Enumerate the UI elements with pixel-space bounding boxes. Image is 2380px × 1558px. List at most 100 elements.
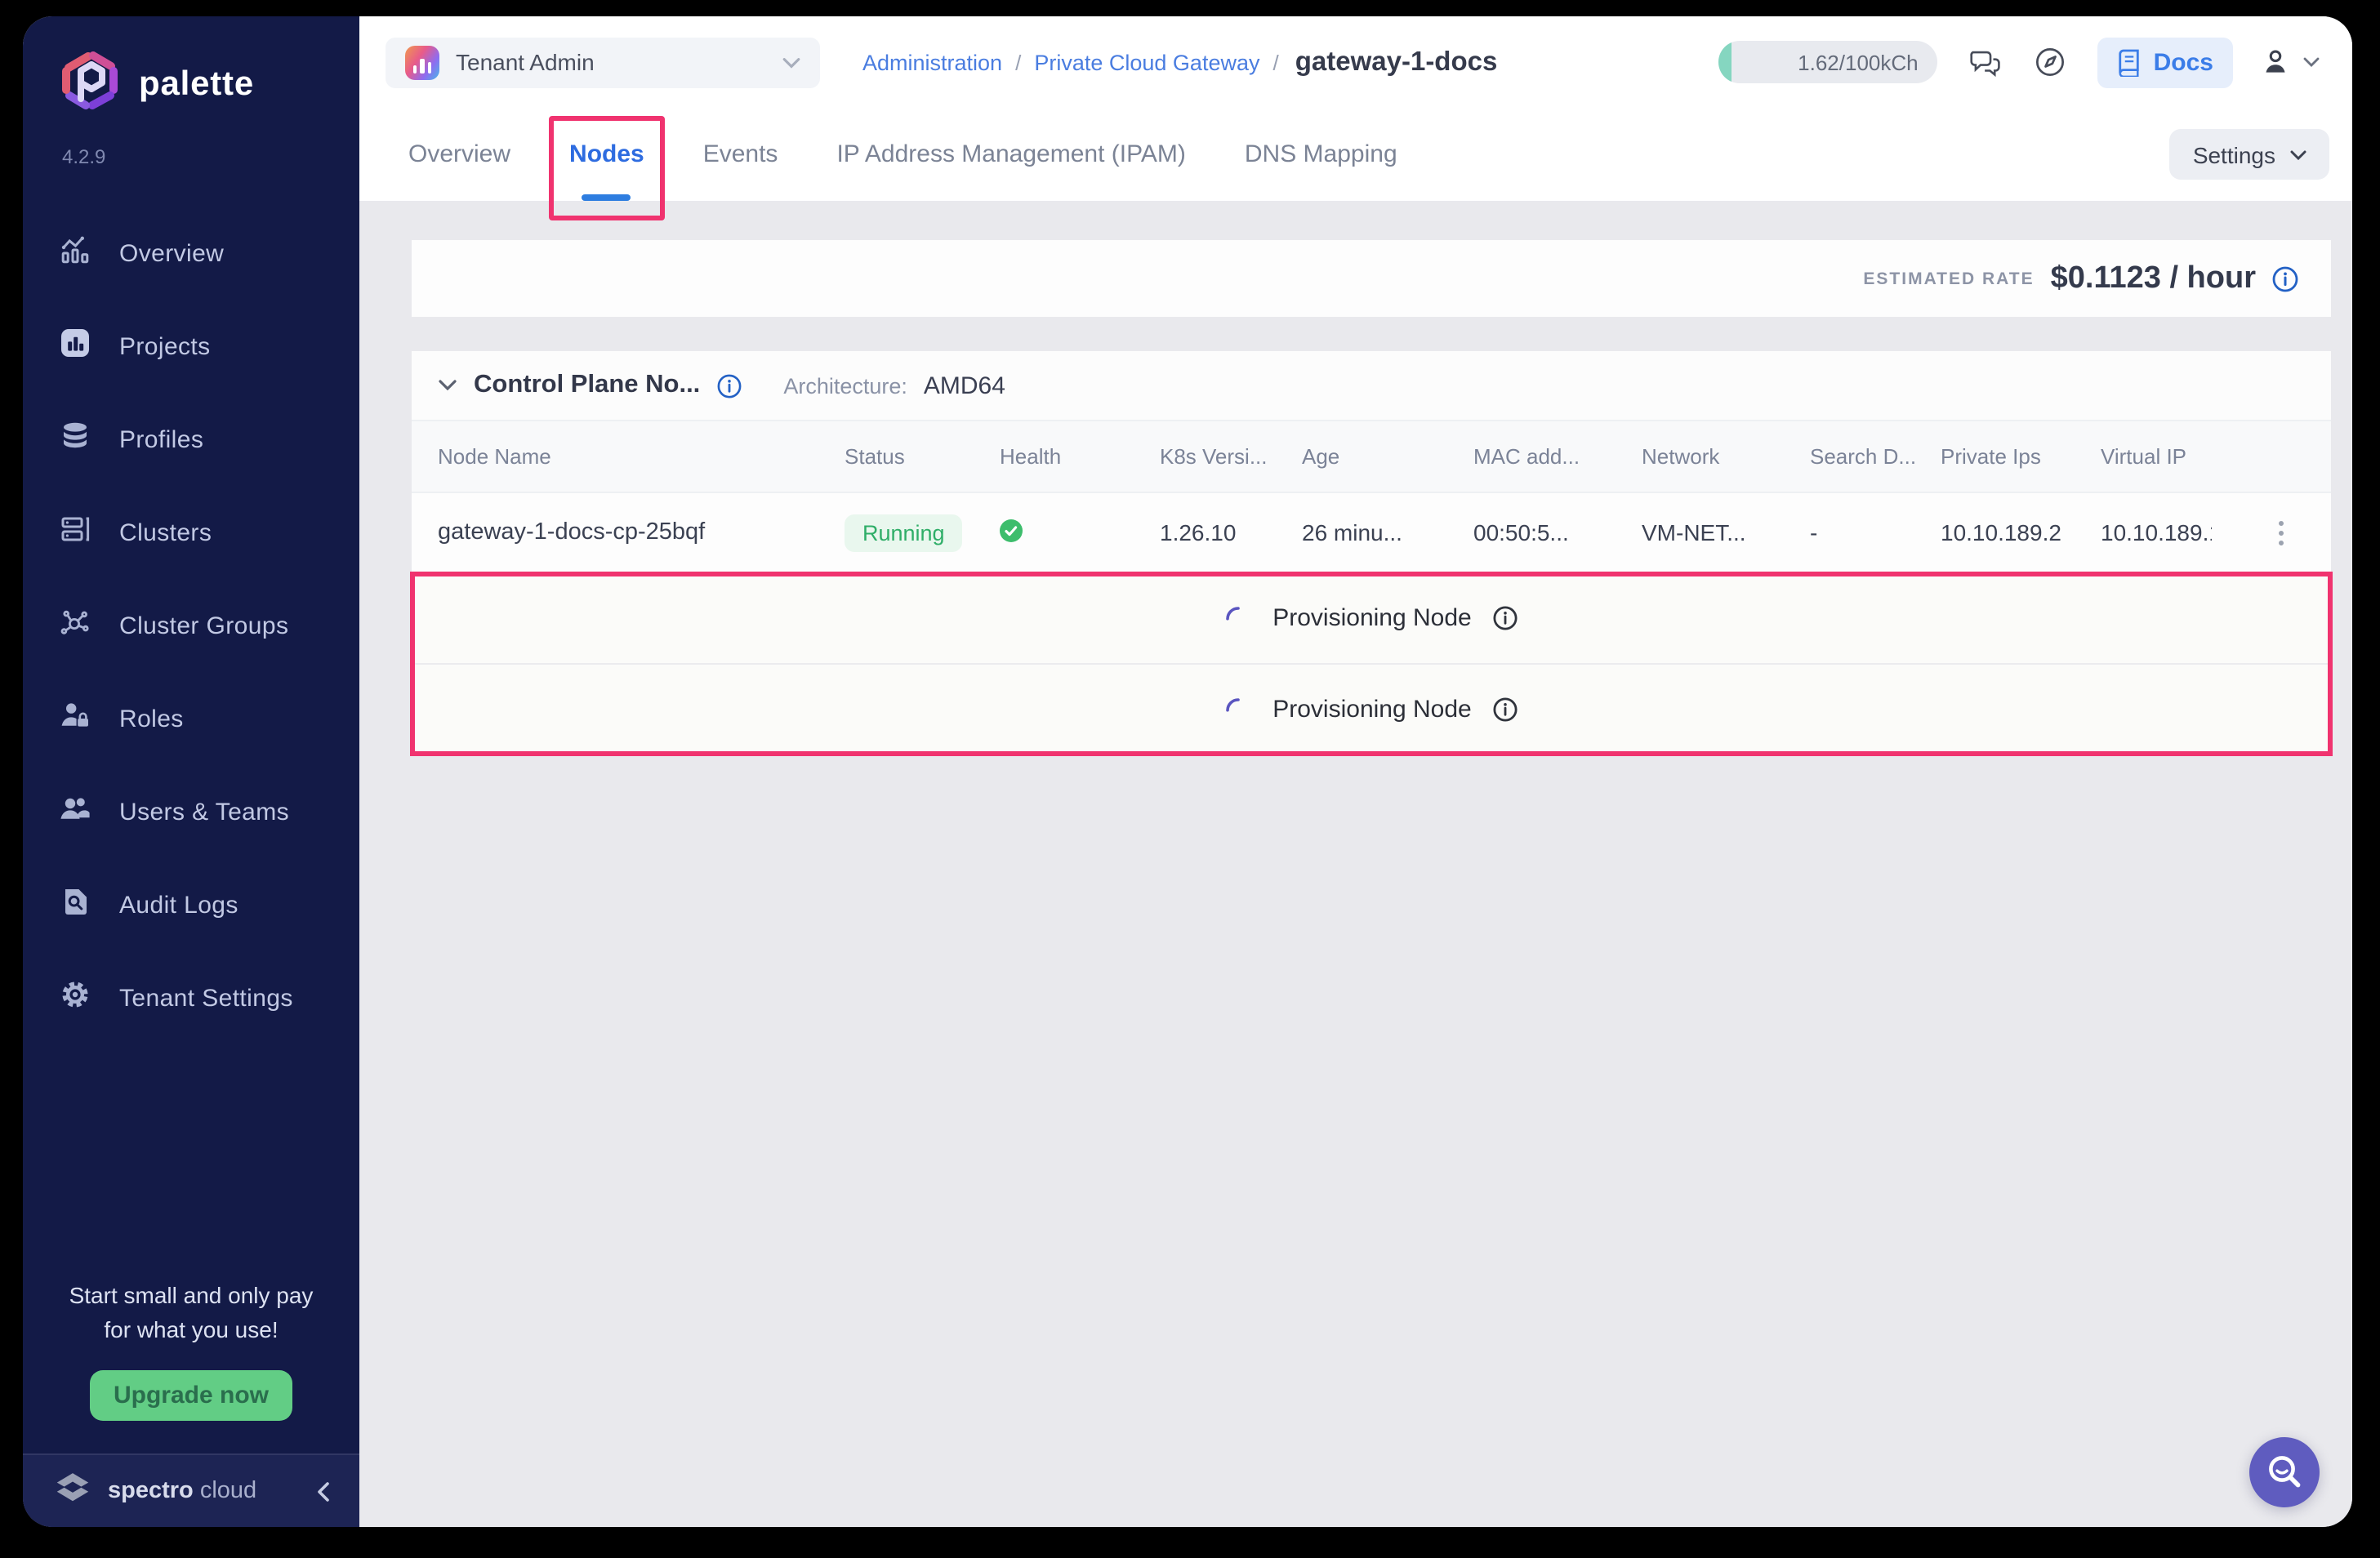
sidebar-item-profiles[interactable]: Profiles — [23, 394, 359, 487]
usage-value: 1.62/100kCh — [1798, 50, 1918, 74]
estimated-rate-value: $0.1123 / hour — [2051, 260, 2256, 296]
row-actions-kebab-icon[interactable] — [2212, 520, 2331, 545]
settings-button[interactable]: Settings — [2170, 129, 2329, 180]
clusters-server-icon — [59, 513, 91, 554]
table-row: gateway-1-docs-cp-25bqf Running 1.26.10 … — [412, 493, 2331, 573]
cell-virtual-ip: 10.10.189.1 — [2081, 519, 2212, 545]
upsell-line2: for what you use! — [104, 1315, 278, 1342]
main-area: Tenant Admin Administration / Private Cl… — [359, 16, 2352, 1527]
col-k8s-version[interactable]: K8s Versi... — [1140, 444, 1282, 469]
screenshot-stage: palette 4.2.9 Overview — [0, 0, 2380, 1558]
tab-dns-mapping[interactable]: DNS Mapping — [1245, 108, 1397, 201]
spectro-cloud-logo-icon — [52, 1467, 93, 1516]
estimated-rate-bar: ESTIMATED RATE $0.1123 / hour — [412, 240, 2331, 317]
cell-node-name: gateway-1-docs-cp-25bqf — [412, 519, 825, 545]
breadcrumb-separator: / — [1002, 50, 1034, 74]
app-window: palette 4.2.9 Overview — [23, 16, 2352, 1527]
col-mac-address[interactable]: MAC add... — [1454, 444, 1622, 469]
sidebar-item-label: Tenant Settings — [119, 985, 293, 1013]
search-fab-button[interactable] — [2249, 1437, 2320, 1507]
info-icon[interactable] — [716, 373, 741, 398]
upsell-message: Start small and only pay for what you us… — [42, 1280, 340, 1346]
info-icon[interactable] — [1493, 606, 1518, 630]
tab-overview[interactable]: Overview — [408, 108, 510, 201]
col-virtual-ip[interactable]: Virtual IP — [2081, 444, 2212, 469]
overview-chart-icon — [59, 234, 91, 274]
audit-logs-icon — [59, 885, 91, 926]
sidebar-collapse-button[interactable] — [317, 1480, 330, 1502]
tab-events[interactable]: Events — [703, 108, 778, 201]
tab-ipam[interactable]: IP Address Management (IPAM) — [836, 108, 1185, 201]
breadcrumb-separator: / — [1260, 50, 1292, 74]
settings-label: Settings — [2193, 141, 2275, 167]
sidebar-item-cluster-groups[interactable]: Cluster Groups — [23, 580, 359, 673]
sidebar: palette 4.2.9 Overview — [23, 16, 359, 1527]
sidebar-item-clusters[interactable]: Clusters — [23, 487, 359, 580]
section-header: Control Plane No... Architecture: AMD64 — [412, 351, 2331, 420]
upsell-line1: Start small and only pay — [69, 1283, 314, 1309]
col-health[interactable]: Health — [980, 444, 1140, 469]
sidebar-footer: spectro cloud — [23, 1453, 359, 1527]
topbar: Tenant Admin Administration / Private Cl… — [359, 16, 2352, 108]
user-menu[interactable] — [2261, 47, 2320, 77]
breadcrumb: Administration / Private Cloud Gateway /… — [862, 47, 1497, 78]
table-header-row: Node Name Status Health K8s Versi... Age… — [412, 420, 2331, 493]
sidebar-item-projects[interactable]: Projects — [23, 300, 359, 394]
status-badge: Running — [845, 514, 963, 551]
sidebar-item-label: Roles — [119, 706, 184, 733]
spectro-cloud-wordmark: spectro cloud — [108, 1478, 256, 1504]
chevron-down-icon[interactable] — [438, 379, 457, 392]
palette-logo-icon — [59, 49, 121, 119]
sidebar-item-users-teams[interactable]: Users & Teams — [23, 766, 359, 859]
provisioning-label: Provisioning Node — [1272, 604, 1472, 632]
brand-logo-row: palette — [23, 16, 359, 119]
compass-icon[interactable] — [2035, 46, 2067, 78]
projects-icon — [59, 327, 91, 367]
sidebar-item-overview[interactable]: Overview — [23, 207, 359, 300]
gear-icon — [59, 978, 91, 1019]
scope-label: Tenant Admin — [456, 49, 766, 75]
col-node-name[interactable]: Node Name — [412, 444, 825, 469]
brand-name: palette — [139, 65, 254, 104]
tab-nodes-label: Nodes — [569, 140, 644, 168]
spinner-icon — [1225, 697, 1251, 723]
cell-search-domain: - — [1790, 519, 1921, 545]
cluster-groups-network-icon — [59, 606, 91, 647]
estimated-rate-label: ESTIMATED RATE — [1863, 269, 2034, 288]
sidebar-item-label: Cluster Groups — [119, 612, 288, 640]
usage-meter-pill[interactable]: 1.62/100kCh — [1719, 41, 1938, 83]
col-status[interactable]: Status — [825, 444, 980, 469]
sidebar-item-label: Profiles — [119, 426, 203, 454]
control-plane-card: Control Plane No... Architecture: AMD64 … — [412, 351, 2331, 755]
docs-button[interactable]: Docs — [2098, 37, 2233, 87]
sidebar-item-roles[interactable]: Roles — [23, 673, 359, 766]
col-search-domain[interactable]: Search D... — [1790, 444, 1921, 469]
sidebar-item-label: Projects — [119, 333, 211, 361]
sidebar-item-label: Audit Logs — [119, 892, 238, 919]
col-network[interactable]: Network — [1622, 444, 1790, 469]
docs-label: Docs — [2154, 48, 2213, 76]
sidebar-item-tenant-settings[interactable]: Tenant Settings — [23, 952, 359, 1045]
provisioning-label: Provisioning Node — [1272, 696, 1472, 723]
spectro-text: spectro — [108, 1478, 194, 1504]
sidebar-item-label: Clusters — [119, 519, 212, 547]
breadcrumb-private-cloud-gateway[interactable]: Private Cloud Gateway — [1034, 50, 1259, 74]
chat-icon[interactable] — [1969, 47, 2003, 78]
upgrade-now-button[interactable]: Upgrade now — [90, 1370, 292, 1421]
provisioning-row: Provisioning Node — [412, 573, 2331, 663]
book-icon — [2118, 48, 2142, 76]
col-private-ips[interactable]: Private Ips — [1921, 444, 2081, 469]
info-icon[interactable] — [2272, 265, 2298, 292]
tab-bar: Overview Nodes Events IP Address Managem… — [359, 108, 2352, 201]
project-scope-selector[interactable]: Tenant Admin — [386, 37, 820, 87]
roles-person-lock-icon — [59, 699, 91, 740]
cell-age: 26 minu... — [1282, 519, 1454, 545]
tab-nodes[interactable]: Nodes — [569, 108, 644, 201]
cell-health — [980, 519, 1140, 546]
col-age[interactable]: Age — [1282, 444, 1454, 469]
sidebar-item-audit-logs[interactable]: Audit Logs — [23, 859, 359, 952]
breadcrumb-administration[interactable]: Administration — [862, 50, 1002, 74]
info-icon[interactable] — [1493, 697, 1518, 722]
sidebar-nav: Overview Projects — [23, 207, 359, 1045]
provisioning-row: Provisioning Node — [412, 663, 2331, 755]
